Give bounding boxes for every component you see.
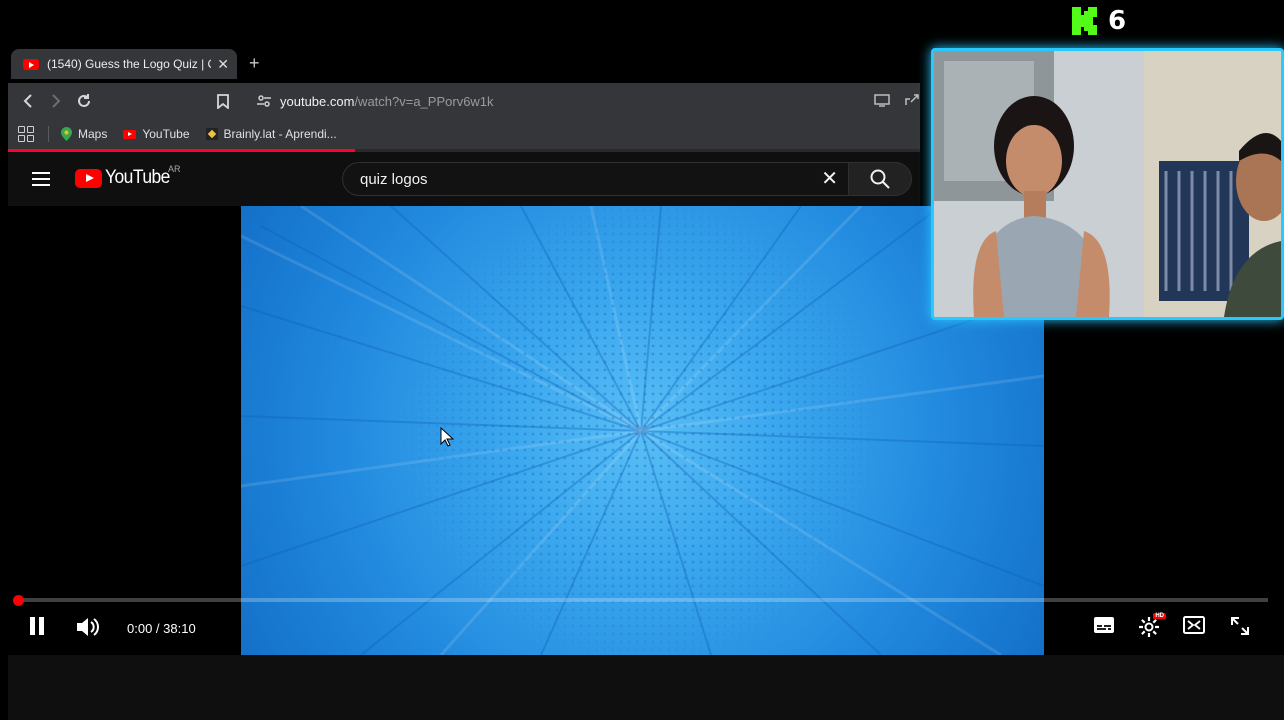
mouse-cursor-icon (440, 427, 454, 447)
viewer-count: 6 (1108, 6, 1127, 36)
bookmarks-bar: Maps YouTube Brainly.lat - Aprendi... (8, 119, 920, 149)
kick-viewer-badge: 6 (1072, 6, 1126, 36)
bookmark-label: Maps (78, 127, 108, 141)
miniplayer-icon (1183, 616, 1205, 634)
search-button[interactable] (848, 162, 912, 196)
address-bar[interactable]: youtube.com/watch?v=a_PPorv6w1k (248, 87, 920, 115)
bookmark-label: YouTube (142, 127, 190, 141)
reload-button[interactable] (72, 89, 96, 113)
apps-grid-icon[interactable] (18, 126, 34, 142)
maps-pin-icon (61, 127, 72, 141)
address-actions (874, 93, 920, 107)
url-host: youtube.com (280, 93, 355, 109)
webcam-feed-image (934, 51, 1281, 317)
kick-logo-icon (1072, 7, 1097, 35)
video-progress-bar[interactable] (18, 598, 1268, 602)
hd-badge: HD (1153, 613, 1166, 619)
halftone-dots (241, 206, 1044, 655)
bookmark-youtube[interactable]: YouTube (123, 127, 190, 141)
bookmark-button[interactable] (211, 89, 235, 113)
progress-scrubber[interactable] (13, 595, 24, 606)
youtube-header: YouTube AR quiz logos ✕ (8, 152, 920, 206)
bookmark-maps[interactable]: Maps (61, 127, 107, 141)
pause-icon (30, 617, 44, 635)
search-icon (870, 169, 890, 189)
youtube-logo-text: YouTube (105, 167, 170, 188)
bookmark-label: Brainly.lat - Aprendi... (223, 127, 337, 141)
mute-button[interactable] (75, 616, 99, 638)
country-code: AR (168, 164, 181, 174)
youtube-favicon-icon (23, 58, 39, 70)
page-below-player (8, 655, 1284, 720)
search-query: quiz logos (360, 170, 428, 188)
site-info-icon[interactable] (256, 93, 272, 109)
subtitles-button[interactable] (1093, 616, 1115, 634)
youtube-play-icon (75, 168, 102, 188)
menu-icon[interactable] (32, 172, 50, 186)
new-tab-button[interactable]: + (249, 53, 260, 74)
miniplayer-button[interactable] (1183, 616, 1205, 634)
back-arrow-icon (23, 94, 32, 108)
volume-icon (77, 618, 99, 636)
url-path: /watch?v=a_PPorv6w1k (354, 93, 494, 109)
browser-toolbar: youtube.com/watch?v=a_PPorv6w1k (8, 83, 920, 119)
tab-title: (1540) Guess the Logo Quiz | Car (47, 57, 212, 71)
bookmark-brainly[interactable]: Brainly.lat - Aprendi... (205, 127, 337, 141)
subtitles-icon (1094, 617, 1114, 633)
settings-button[interactable]: HD (1138, 613, 1166, 638)
youtube-icon (123, 129, 137, 139)
fullscreen-button[interactable] (1230, 616, 1250, 636)
tab-strip: (1540) Guess the Logo Quiz | Car ✕ + (0, 46, 920, 82)
video-frame[interactable] (241, 206, 1044, 655)
clear-search-icon[interactable]: ✕ (821, 169, 838, 189)
install-app-icon[interactable] (874, 93, 890, 107)
player-controls: 0:00 / 38:10 HD (0, 610, 1284, 648)
forward-arrow-icon (52, 94, 61, 108)
browser-tab[interactable]: (1540) Guess the Logo Quiz | Car ✕ (11, 49, 237, 79)
bookmarks-divider (48, 126, 49, 142)
forward-button[interactable] (44, 89, 68, 113)
share-icon[interactable] (904, 93, 920, 107)
webcam-overlay (931, 48, 1284, 320)
close-tab-icon[interactable]: ✕ (217, 56, 229, 73)
fullscreen-icon (1231, 617, 1249, 635)
back-button[interactable] (16, 89, 40, 113)
search-input[interactable]: quiz logos ✕ (342, 162, 848, 196)
time-display: 0:00 / 38:10 (127, 621, 196, 636)
gear-icon (1139, 617, 1159, 637)
bookmark-icon (217, 93, 229, 109)
pause-button[interactable] (28, 616, 46, 636)
youtube-logo[interactable]: YouTube (75, 167, 175, 189)
brainly-icon (205, 128, 218, 140)
reload-icon (78, 94, 90, 107)
